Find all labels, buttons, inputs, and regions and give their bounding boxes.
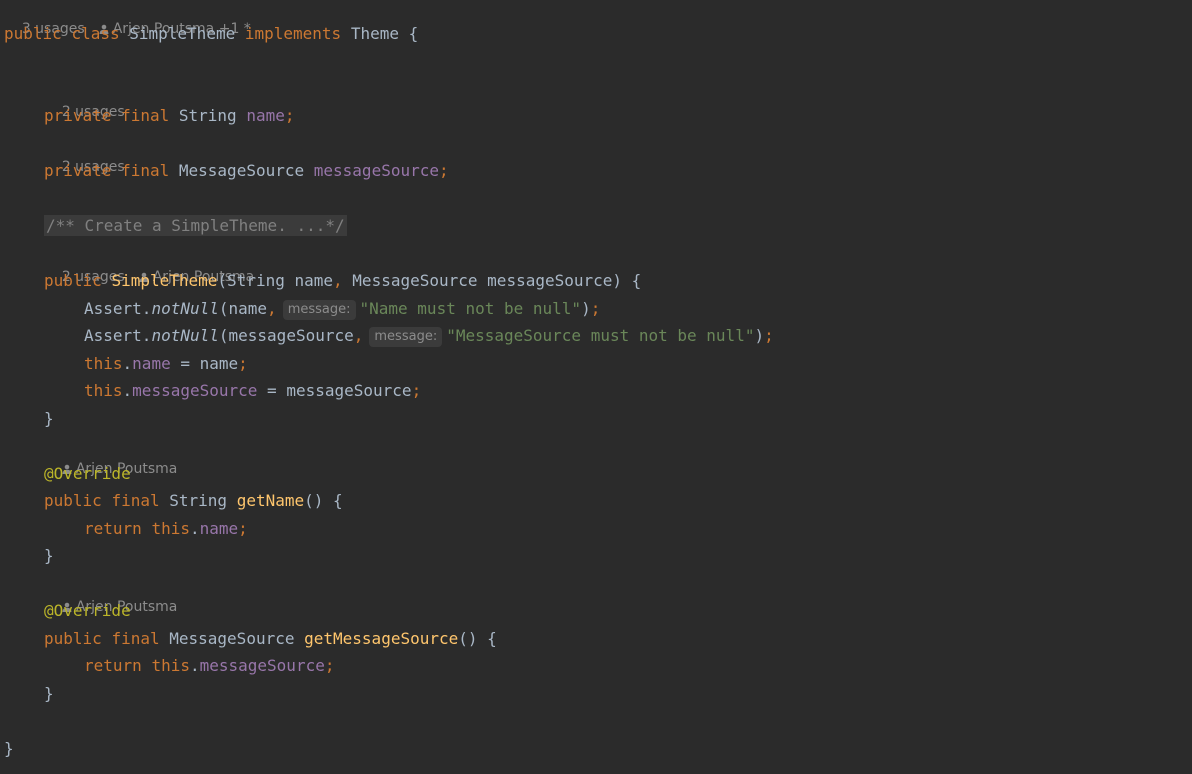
parameter-hint: message: [282,300,356,320]
code-vision-constructor[interactable]: 2 usages Arjen Poutsma [0,244,254,285]
code-line: Assert.notNull(name, message: "Name must n… [84,299,601,320]
code-line: this.name = name; [84,354,248,373]
code-line: public final MessageSource getMessageSou… [44,629,497,648]
code-line: return this.name; [84,519,248,538]
code-line: @Override [44,601,131,620]
code-line: public class SimpleTheme implements Them… [4,24,419,43]
code-vision-get-name[interactable]: Arjen Poutsma [0,436,177,477]
code-line: } [44,409,54,428]
code-vision-name[interactable]: 2 usages [0,79,125,120]
code-line: } [44,546,54,565]
code-line: @Override [44,464,131,483]
code-line: Assert.notNull(messageSource, message: "Me… [84,326,774,347]
code-line: public SimpleTheme(String name, MessageS… [44,271,642,290]
code-line: return this.messageSource; [84,656,335,675]
code-line: } [4,739,14,758]
code-line: } [44,684,54,703]
code-line: private final MessageSource messageSourc… [44,161,449,180]
class-name: SimpleTheme [129,24,236,43]
code-line: this.messageSource = messageSource; [84,381,422,400]
code-vision-get-message-source[interactable]: Arjen Poutsma [0,574,177,615]
code-editor[interactable]: 3 usages Arjen Poutsma +1 * public class … [0,0,1192,774]
parameter-hint: message: [369,327,443,347]
code-vision-message-source[interactable]: 2 usages [0,134,125,175]
folded-comment[interactable]: /** Create a SimpleTheme. ...*/ [44,215,347,236]
code-vision-class[interactable]: 3 usages Arjen Poutsma +1 * [4,0,251,37]
code-line: /** Create a SimpleTheme. ...*/ [0,213,1192,239]
code-line: public final String getName() { [44,491,343,510]
code-line: private final String name; [44,106,295,125]
